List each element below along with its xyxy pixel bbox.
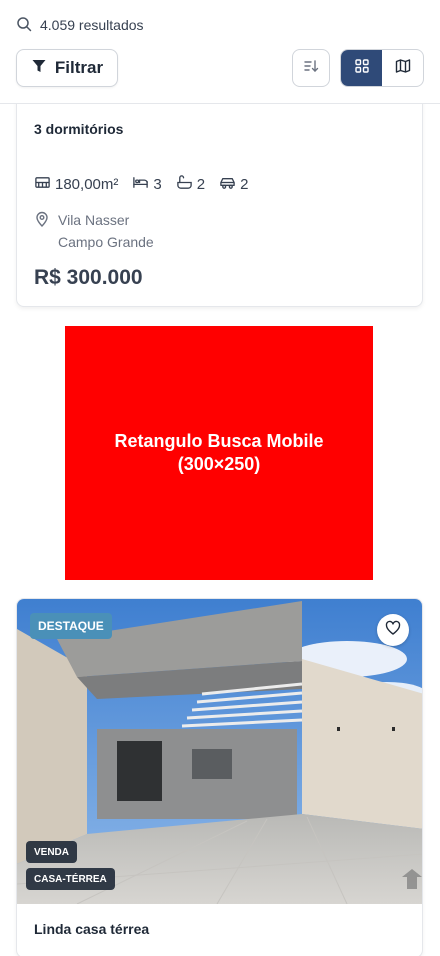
top-bar: 4.059 resultados Filtrar — [0, 0, 440, 104]
feature-bedrooms: 3 — [132, 174, 162, 195]
grid-view-button[interactable] — [341, 50, 382, 86]
bedrooms-value: 3 — [153, 176, 162, 193]
car-icon — [219, 174, 236, 195]
bed-icon — [132, 174, 149, 195]
listing-price: R$ 300.000 — [34, 266, 143, 289]
filter-icon — [31, 58, 47, 79]
feature-area: 180,00m² — [34, 174, 118, 195]
results-count: 4.059 resultados — [16, 16, 144, 34]
ad-banner[interactable]: Retangulo Busca Mobile (300×250) — [65, 326, 373, 580]
ad-label: Retangulo Busca Mobile — [114, 431, 324, 451]
heart-icon — [385, 620, 401, 641]
results-text: 4.059 resultados — [40, 17, 144, 33]
map-icon — [395, 58, 411, 79]
map-view-button[interactable] — [382, 50, 423, 86]
sort-button[interactable] — [292, 49, 330, 87]
ad-size: (300×250) — [177, 454, 261, 474]
listing-title: Linda casa térrea — [34, 921, 150, 937]
city: Campo Grande — [58, 234, 154, 250]
location-pin-icon — [34, 209, 50, 253]
feature-parking: 2 — [219, 174, 248, 195]
bath-icon — [176, 174, 193, 195]
listing-card[interactable]: 3 dormitórios 180,00m² 3 2 2 Vila Nasser… — [16, 90, 423, 307]
bathrooms-value: 2 — [196, 176, 206, 193]
grid-icon — [354, 58, 370, 79]
featured-badge: DESTAQUE — [30, 613, 112, 639]
listing-features: 180,00m² 3 2 2 — [34, 174, 248, 195]
listing-card[interactable]: DESTAQUE VENDA CASA-TÉRREA Linda casa té… — [16, 598, 423, 956]
listing-title: 3 dormitórios — [34, 121, 124, 137]
sort-icon — [303, 58, 319, 79]
deal-type-tag: VENDA — [26, 841, 78, 863]
listing-location: Vila Nasser Campo Grande — [34, 209, 154, 253]
area-value: 180,00m² — [55, 176, 119, 193]
search-icon — [16, 16, 32, 35]
parking-value: 2 — [240, 176, 249, 193]
property-type-tag: CASA-TÉRREA — [26, 868, 115, 890]
neighborhood: Vila Nasser — [58, 212, 130, 228]
favorite-button[interactable] — [377, 614, 409, 646]
listing-photo[interactable] — [17, 599, 422, 905]
filter-label: Filtrar — [54, 58, 104, 77]
area-icon — [34, 174, 51, 195]
feature-bathrooms: 2 — [176, 174, 205, 195]
view-toggle — [340, 49, 424, 87]
filter-button[interactable]: Filtrar — [16, 49, 118, 87]
